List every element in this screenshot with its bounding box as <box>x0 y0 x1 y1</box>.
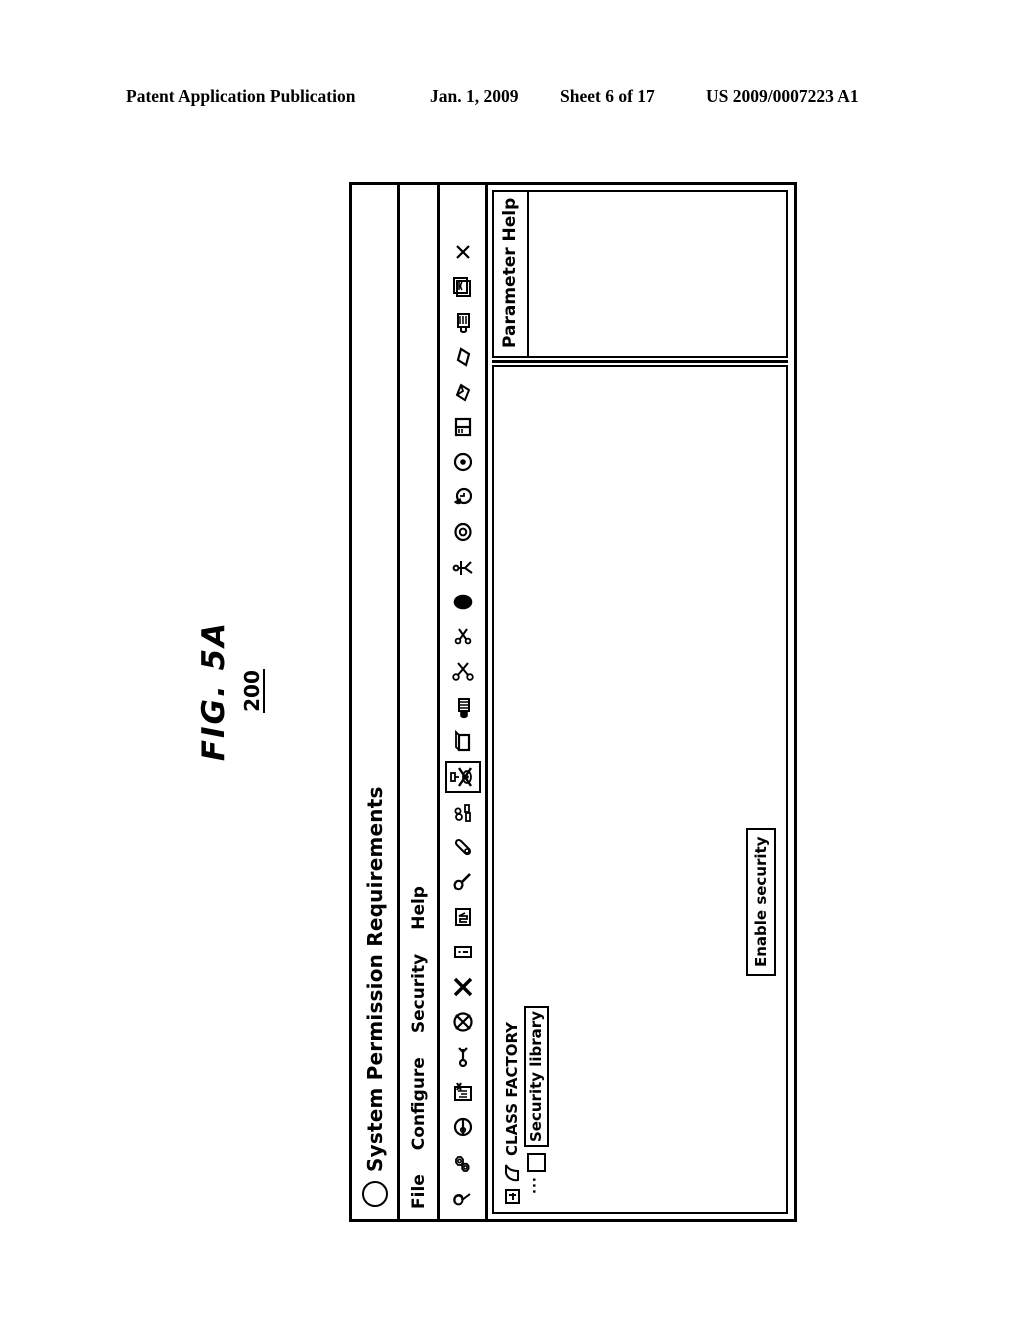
waveform-icon[interactable] <box>445 901 481 933</box>
menu-item-configure[interactable]: Configure <box>409 1057 429 1150</box>
menu-item-file[interactable]: File <box>409 1174 429 1209</box>
class-tree: CLASS FACTORY ··· Security library <box>500 1006 549 1204</box>
publication-date: Jan. 1, 2009 <box>430 86 519 106</box>
document-edit-icon[interactable] <box>445 1076 481 1108</box>
main-content-panel: CLASS FACTORY ··· Security library Enabl… <box>492 365 788 1214</box>
person-icon[interactable] <box>445 551 481 583</box>
tree-row[interactable]: ··· Security library <box>523 1006 549 1204</box>
circle-icon <box>361 1181 388 1207</box>
enable-security-button[interactable]: Enable security <box>746 827 776 976</box>
publication-sheet: Sheet 6 of 17 <box>560 86 655 106</box>
parameter-help-header: Parameter Help <box>494 192 529 356</box>
target-icon[interactable] <box>445 516 481 548</box>
application-window-rotation-wrapper: System Permission Requirements File Conf… <box>349 182 797 1222</box>
publication-title: Patent Application Publication <box>126 86 356 106</box>
info-box-icon[interactable] <box>445 936 481 968</box>
tree-row[interactable]: CLASS FACTORY <box>500 1006 524 1204</box>
scissors-small-icon[interactable] <box>445 621 481 653</box>
panel-splitter[interactable] <box>492 358 788 365</box>
hand-clock-icon[interactable] <box>445 481 481 513</box>
figure-caption: FIG. 5A 200 <box>196 596 316 786</box>
tree-guide-dots: ··· <box>528 1176 543 1194</box>
publication-header: Patent Application Publication Jan. 1, 2… <box>0 86 1024 112</box>
menu-item-help[interactable]: Help <box>409 886 429 930</box>
capsule-icon[interactable] <box>445 831 481 863</box>
scissors-icon[interactable] <box>445 656 481 688</box>
toolbar <box>440 185 488 1219</box>
window-body: CLASS FACTORY ··· Security library Enabl… <box>488 185 794 1219</box>
key-icon[interactable] <box>445 1041 481 1073</box>
window-title: System Permission Requirements <box>362 786 387 1172</box>
menu-bar: File Configure Security Help <box>400 185 440 1219</box>
figure-reference-numeral: 200 <box>240 669 265 713</box>
application-window: System Permission Requirements File Conf… <box>349 182 797 1222</box>
window-icon[interactable] <box>445 271 481 303</box>
parameter-help-title: Parameter Help <box>500 197 520 348</box>
folded-shape-icon[interactable] <box>445 376 481 408</box>
parallelogram-icon[interactable] <box>445 341 481 373</box>
magnifier-icon[interactable] <box>445 1181 481 1213</box>
security-library-checkbox[interactable] <box>526 1153 546 1172</box>
book-icon[interactable] <box>445 306 481 338</box>
parameter-help-panel: Parameter Help <box>492 190 788 358</box>
figure-label: FIG. 5A <box>196 620 232 762</box>
folder-icon <box>504 1162 521 1182</box>
tree-child-label: Security library <box>523 1006 549 1147</box>
enable-security-label: Enable security <box>752 836 770 967</box>
search-object-icon[interactable] <box>445 866 481 898</box>
group-icon[interactable] <box>445 796 481 828</box>
split-pane-icon[interactable] <box>445 411 481 443</box>
cut-cross-icon[interactable] <box>445 971 481 1003</box>
cancel-circle-icon[interactable] <box>445 1006 481 1038</box>
menu-item-security[interactable]: Security <box>409 954 429 1033</box>
title-bar: System Permission Requirements <box>352 185 400 1219</box>
circle-dot-icon[interactable] <box>445 446 481 478</box>
eye-disabled-icon[interactable] <box>444 761 481 793</box>
publication-number: US 2009/0007223 A1 <box>706 86 859 106</box>
expander-plus-icon[interactable] <box>504 1189 520 1204</box>
tree-root-label: CLASS FACTORY <box>503 1021 521 1156</box>
filled-ellipse-icon[interactable] <box>445 586 481 618</box>
close-x-icon[interactable] <box>445 236 481 268</box>
splitter-bar <box>492 360 788 363</box>
parameter-help-content <box>529 192 786 356</box>
tube-icon[interactable] <box>445 691 481 723</box>
gears-icon[interactable] <box>445 1146 481 1178</box>
circle-bar-icon[interactable] <box>445 1111 481 1143</box>
rectangle-icon[interactable] <box>445 726 481 758</box>
